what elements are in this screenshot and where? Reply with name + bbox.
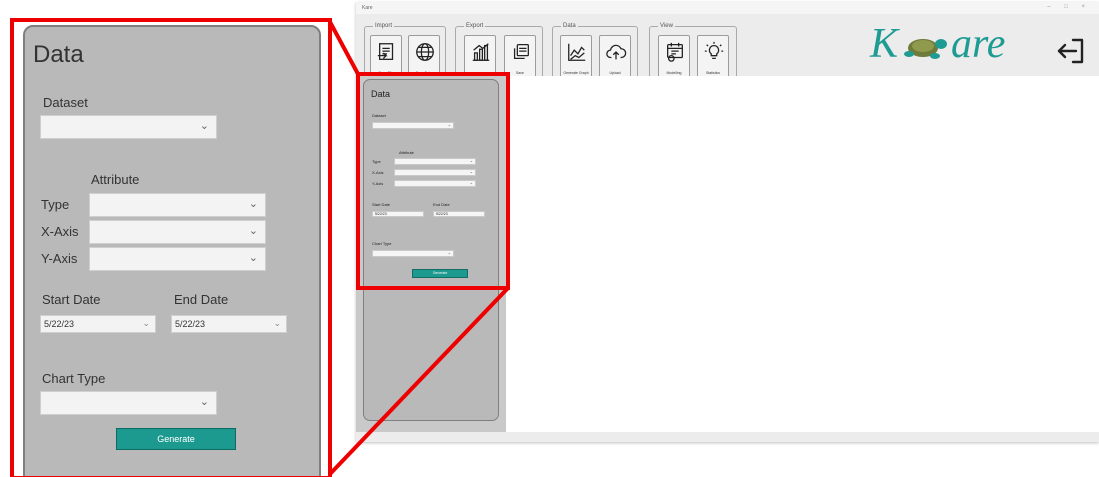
zoom-highlight-frame xyxy=(10,18,332,477)
app-logo: K are xyxy=(870,21,1030,68)
logo-right-text: are xyxy=(951,21,1006,67)
source-highlight-frame xyxy=(356,72,510,290)
exit-icon[interactable] xyxy=(1054,34,1088,68)
screenshot-stage: Kare – □ × Import From File Sync Data Ex… xyxy=(0,0,1099,477)
statistics-button[interactable]: Statistics xyxy=(697,35,729,79)
lightbulb-icon xyxy=(704,41,724,60)
tool-label: Upload xyxy=(609,71,621,75)
ribbon-toolbar: Import From File Sync Data Export Save D… xyxy=(356,14,1099,84)
group-label: View xyxy=(658,22,675,30)
tool-label: Generate Graph xyxy=(563,71,589,75)
group-label: Import xyxy=(373,22,395,30)
window-title: Kare xyxy=(362,5,373,11)
modelling-button[interactable]: Modelling xyxy=(658,35,690,79)
copy-icon xyxy=(513,44,529,60)
calendar-gear-icon xyxy=(667,42,683,62)
line-graph-icon xyxy=(568,43,586,61)
upload-button[interactable]: Upload xyxy=(599,35,631,79)
generate-graph-button[interactable]: Generate Graph xyxy=(560,35,592,79)
file-import-icon xyxy=(377,43,394,60)
window-controls[interactable]: – □ × xyxy=(1047,4,1091,10)
globe-icon xyxy=(416,43,434,61)
group-label: Export xyxy=(464,22,486,30)
title-bar: Kare – □ × xyxy=(356,2,1099,14)
logo-left-text: K xyxy=(870,21,899,67)
main-content-area xyxy=(506,76,1099,432)
chart-export-icon xyxy=(472,43,490,61)
cloud-upload-icon xyxy=(606,44,627,60)
tool-label: Modelling xyxy=(666,71,682,75)
turtle-logo-icon xyxy=(904,39,947,59)
group-label: Data xyxy=(561,22,578,30)
tool-label: Statistics xyxy=(705,71,720,75)
